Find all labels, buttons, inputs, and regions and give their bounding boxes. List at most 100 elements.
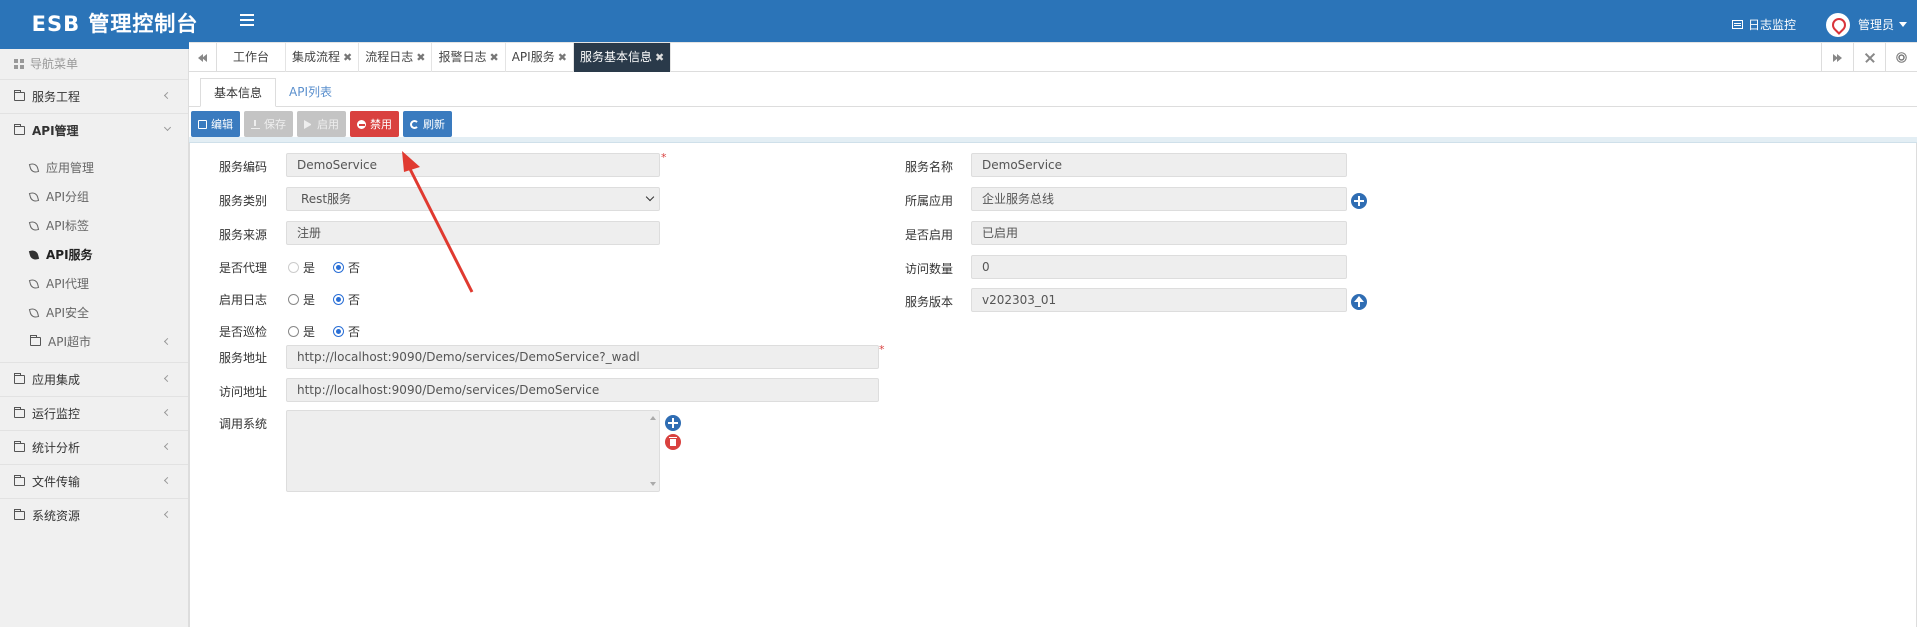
sidebar-sub-api-market[interactable]: API超市 [0,327,188,356]
save-button[interactable]: 保存 [244,111,293,137]
sidebar-item-api-management[interactable]: API管理 [0,113,188,147]
tab-integration-flow[interactable]: 集成流程 ✖ [286,43,360,72]
patrol-label: 是否巡检 [219,325,268,339]
leaf-icon [28,277,40,290]
sidebar-item-statistics[interactable]: 统计分析 [0,430,188,464]
save-label: 保存 [264,118,286,131]
folder-icon [14,124,25,135]
sidebar-sub-api-security[interactable]: API安全 [0,298,188,327]
sidebar-sub-app-management[interactable]: 应用管理 [0,153,188,182]
proxy-label: 是否代理 [219,261,268,275]
tab-api-service[interactable]: API服务 ✖ [506,43,574,72]
grid-icon [14,59,24,69]
log-monitor-label: 日志监控 [1747,18,1796,32]
sidebar-sub-api-group[interactable]: API分组 [0,182,188,211]
service-source-field[interactable]: 注册 [286,221,660,245]
tab-options-button[interactable] [1885,43,1917,72]
enabled-field[interactable]: 已启用 [971,221,1347,245]
sidebar-item-runtime-monitor[interactable]: 运行监控 [0,396,188,430]
tab-alarm-log[interactable]: 报警日志 ✖ [432,43,506,72]
tab-flow-log[interactable]: 流程日志 ✖ [359,43,433,72]
leaf-icon [28,306,40,319]
tab-workbench[interactable]: 工作台 [217,43,287,72]
menu-toggle-icon[interactable] [240,14,254,26]
tab-scroll-left-button[interactable] [189,43,217,72]
subtab-basic-info[interactable]: 基本信息 [200,78,277,107]
proxy-no-radio[interactable] [333,262,345,273]
enable-button[interactable]: 启用 [297,111,346,137]
sidebar-item-label: 应用管理 [46,161,95,175]
sidebar-item-file-transfer[interactable]: 文件传输 [0,464,188,498]
expand-icon [1865,53,1874,62]
version-field[interactable]: v202303_01 [971,288,1347,312]
sidebar-sub-api-proxy[interactable]: API代理 [0,269,188,298]
sidebar-item-label: 应用集成 [32,373,81,387]
user-menu[interactable]: 管理员 [1825,12,1907,37]
chevron-down-icon [645,192,655,202]
tab-scroll-right-button[interactable] [1821,43,1853,72]
service-addr-field[interactable]: http://localhost:9090/Demo/services/Demo… [286,345,879,369]
sidebar-item-label: 系统资源 [32,509,81,523]
service-name-label: 服务名称 [905,160,954,174]
tab-label: 流程日志 [365,50,414,64]
toolbar: 编辑 保存 启用 禁用 刷新 [191,111,456,137]
radio-label: 是 [303,325,316,339]
enabled-label: 是否启用 [905,228,954,242]
add-caller-button[interactable] [665,415,681,431]
sidebar-item-label: API服务 [46,248,93,262]
log-yes-radio[interactable] [288,294,299,305]
access-count-field[interactable]: 0 [971,255,1347,279]
folder-icon [14,407,25,418]
scroll-down-icon[interactable] [650,482,656,486]
tab-service-basic-info[interactable]: 服务基本信息 ✖ [573,43,672,72]
close-icon[interactable]: ✖ [558,43,567,72]
caller-system-label: 调用系统 [219,417,268,431]
tab-label: API服务 [511,50,555,64]
access-addr-field[interactable]: http://localhost:9090/Demo/services/Demo… [286,378,879,402]
sidebar-item-app-integration[interactable]: 应用集成 [0,362,188,396]
version-label: 服务版本 [905,295,954,309]
download-icon [251,119,260,129]
edit-icon [198,119,207,129]
log-no-radio[interactable] [333,294,345,305]
service-name-field[interactable]: DemoService [971,153,1347,177]
service-code-label: 服务编码 [219,160,268,174]
refresh-label: 刷新 [423,118,445,131]
radio-label: 是 [303,261,316,275]
folder-icon [14,509,25,520]
sidebar-sub-api-service[interactable]: API服务 [0,240,188,269]
app-field[interactable]: 企业服务总线 [971,187,1347,211]
sidebar-item-label: API安全 [46,306,89,320]
service-code-field[interactable]: DemoService [286,153,660,177]
nav-header: 导航菜单 [0,49,188,79]
double-chevron-left-icon [197,53,208,62]
close-icon[interactable]: ✖ [490,43,499,72]
patrol-yes-radio[interactable] [288,326,299,337]
add-app-button[interactable] [1351,193,1367,209]
folder-icon [14,90,25,101]
sidebar-item-label: 统计分析 [32,441,81,455]
service-type-select[interactable]: Rest服务 [286,187,660,211]
edit-button[interactable]: 编辑 [191,111,240,137]
log-monitor-link[interactable]: 日志监控 [1731,16,1796,33]
refresh-button[interactable]: 刷新 [403,111,452,137]
scroll-up-icon[interactable] [650,416,656,420]
close-icon[interactable]: ✖ [655,43,664,72]
subtab-api-list[interactable]: API列表 [276,78,345,107]
patrol-no-radio[interactable] [333,326,345,337]
close-icon[interactable]: ✖ [343,43,352,72]
fullscreen-button[interactable] [1853,43,1885,72]
sidebar-item-system-resources[interactable]: 系统资源 [0,498,188,532]
disable-button[interactable]: 禁用 [350,111,399,137]
sidebar-item-label: 服务工程 [32,90,81,104]
caller-system-list[interactable] [286,410,660,492]
upgrade-version-button[interactable] [1351,294,1367,310]
proxy-yes-radio[interactable] [288,262,299,273]
play-icon [304,119,313,129]
close-icon[interactable]: ✖ [416,43,425,72]
radio-label: 否 [348,261,361,275]
sidebar-sub-api-tag[interactable]: API标签 [0,211,188,240]
chevron-left-icon [163,510,172,519]
sidebar-item-service-project[interactable]: 服务工程 [0,79,188,113]
delete-caller-button[interactable] [665,434,681,450]
